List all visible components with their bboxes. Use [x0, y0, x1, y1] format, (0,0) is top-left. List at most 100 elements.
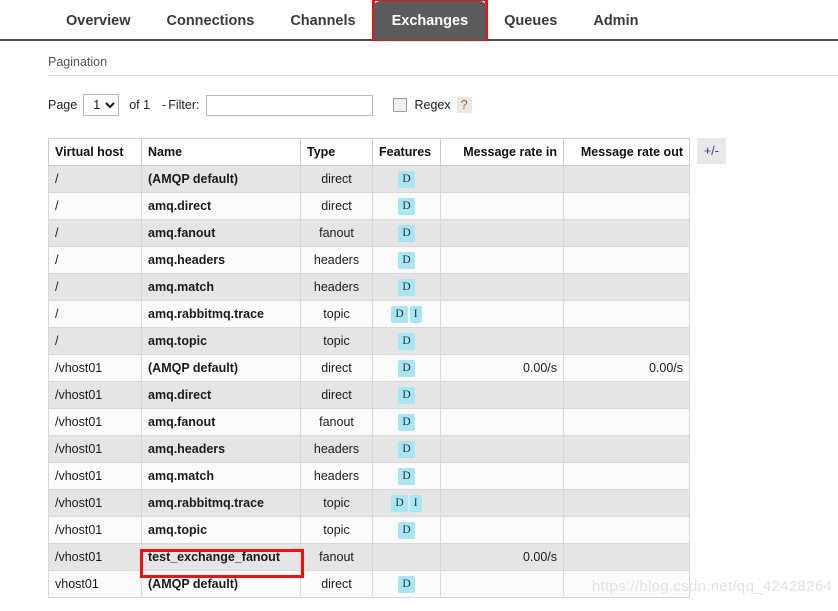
cell-exchange-name[interactable]: amq.headers: [141, 435, 301, 463]
nav-tab-exchanges[interactable]: Exchanges: [373, 1, 487, 40]
feature-badge-i: I: [409, 494, 422, 512]
table-row[interactable]: / (AMQP default) direct D: [48, 165, 690, 193]
cell-message-rate-in: [440, 327, 564, 355]
feature-badge-d: D: [398, 332, 415, 350]
page-label: Page: [48, 98, 78, 112]
cell-exchange-name[interactable]: amq.rabbitmq.trace: [141, 300, 301, 328]
cell-virtual-host: vhost01: [48, 570, 142, 598]
cell-exchange-name[interactable]: amq.direct: [141, 192, 301, 220]
nav-tab-channels[interactable]: Channels: [272, 1, 373, 40]
page-select[interactable]: 1: [83, 94, 120, 116]
cell-virtual-host: /vhost01: [48, 462, 142, 490]
table-row[interactable]: /vhost01 (AMQP default) direct D 0.00/s 0.00/…: [48, 354, 690, 382]
nav-tab-connections[interactable]: Connections: [149, 1, 273, 40]
cell-virtual-host: /: [48, 300, 142, 328]
table-row[interactable]: /vhost01 amq.match headers D: [48, 462, 690, 490]
column-header-type[interactable]: Type: [300, 138, 373, 166]
cell-exchange-name[interactable]: amq.match: [141, 273, 301, 301]
table-row[interactable]: /vhost01 amq.direct direct D: [48, 381, 690, 409]
cell-message-rate-in: [440, 516, 564, 544]
cell-features: D: [372, 408, 441, 436]
cell-features: D: [372, 327, 441, 355]
nav-tab-wrap-overview: Overview: [48, 0, 149, 39]
cell-message-rate-in: [440, 381, 564, 409]
nav-tab-wrap-exchanges: Exchanges: [371, 0, 489, 41]
column-header-virtual-host[interactable]: Virtual host: [48, 138, 142, 166]
cell-message-rate-out: [563, 543, 690, 571]
table-header-row: Virtual host Name Type Features Message rate…: [48, 138, 690, 166]
cell-features: DI: [372, 489, 441, 517]
watermark: https://blog.csdn.net/qq_42428264: [591, 578, 832, 595]
cell-exchange-type: headers: [300, 435, 373, 463]
nav-tab-queues[interactable]: Queues: [486, 1, 575, 40]
table-row[interactable]: / amq.match headers D: [48, 273, 690, 301]
cell-exchange-type: fanout: [300, 408, 373, 436]
table-row[interactable]: / amq.headers headers D: [48, 246, 690, 274]
feature-badge-d: D: [391, 305, 408, 323]
feature-badge-d: D: [398, 224, 415, 242]
cell-message-rate-in: [440, 462, 564, 490]
table-row[interactable]: /vhost01 amq.rabbitmq.trace topic D I: [48, 489, 690, 517]
table-row[interactable]: /vhost01 amq.headers headers D: [48, 435, 690, 463]
cell-exchange-type: direct: [300, 165, 373, 193]
cell-exchange-type: direct: [300, 354, 373, 382]
cell-message-rate-in: [440, 408, 564, 436]
cell-features: D: [372, 219, 441, 247]
table-row[interactable]: /vhost01 test_exchange_fanout fanout 0.00/s: [48, 543, 690, 571]
column-header-message-rate-out[interactable]: Message rate out: [563, 138, 690, 166]
cell-exchange-name[interactable]: amq.match: [141, 462, 301, 490]
separator-dash: -: [162, 98, 167, 112]
feature-badge-d: D: [398, 575, 415, 593]
cell-message-rate-out: [563, 516, 690, 544]
filter-input[interactable]: [206, 94, 374, 116]
cell-message-rate-out: [563, 408, 690, 436]
cell-exchange-name[interactable]: amq.fanout: [141, 408, 301, 436]
cell-virtual-host: /vhost01: [48, 516, 142, 544]
nav-tab-wrap-connections: Connections: [149, 0, 273, 39]
table-row[interactable]: /vhost01 amq.topic topic D: [48, 516, 690, 544]
cell-exchange-name[interactable]: amq.headers: [141, 246, 301, 274]
cell-exchange-name[interactable]: amq.fanout: [141, 219, 301, 247]
cell-features: D: [372, 192, 441, 220]
table-row[interactable]: / amq.direct direct D: [48, 192, 690, 220]
cell-exchange-name[interactable]: amq.rabbitmq.trace: [141, 489, 301, 517]
cell-message-rate-out: [563, 246, 690, 274]
cell-message-rate-out: [563, 462, 690, 490]
rabbitmq-management-page: Overview Connections Channels Exchanges Queu…: [0, 0, 838, 611]
cell-features: D: [372, 354, 441, 382]
cell-exchange-name[interactable]: amq.direct: [141, 381, 301, 409]
cell-exchange-name[interactable]: test_exchange_fanout: [141, 543, 301, 571]
cell-exchange-name[interactable]: amq.topic: [141, 327, 301, 355]
table-row[interactable]: / amq.rabbitmq.trace topic D I: [48, 300, 690, 328]
cell-message-rate-out: [563, 327, 690, 355]
column-header-message-rate-in[interactable]: Message rate in: [440, 138, 564, 166]
regex-help-icon[interactable]: ?: [456, 97, 472, 113]
column-header-name[interactable]: Name: [141, 138, 301, 166]
regex-checkbox[interactable]: [393, 98, 408, 112]
cell-exchange-type: topic: [300, 516, 373, 544]
cell-exchange-name[interactable]: (AMQP default): [141, 165, 301, 193]
feature-badge-d: D: [398, 413, 415, 431]
pagination-section: Pagination: [0, 41, 838, 76]
cell-virtual-host: /: [48, 192, 142, 220]
column-header-features[interactable]: Features: [372, 138, 441, 166]
cell-exchange-type: fanout: [300, 219, 373, 247]
cell-exchange-name[interactable]: amq.topic: [141, 516, 301, 544]
cell-features: D: [372, 462, 441, 490]
section-title: Pagination: [48, 41, 838, 76]
cell-features: D: [372, 435, 441, 463]
cell-exchange-name[interactable]: (AMQP default): [141, 570, 301, 598]
cell-message-rate-in: [440, 219, 564, 247]
table-row[interactable]: / amq.topic topic D: [48, 327, 690, 355]
nav-tab-overview[interactable]: Overview: [48, 1, 149, 40]
cell-message-rate-out: [563, 489, 690, 517]
cell-virtual-host: /: [48, 246, 142, 274]
cell-exchange-type: fanout: [300, 543, 373, 571]
cell-exchange-name[interactable]: (AMQP default): [141, 354, 301, 382]
page-total-label: of 1: [129, 98, 151, 112]
nav-tab-admin[interactable]: Admin: [575, 1, 656, 40]
table-row[interactable]: /vhost01 amq.fanout fanout D: [48, 408, 690, 436]
feature-badge-d: D: [398, 170, 415, 188]
table-row[interactable]: / amq.fanout fanout D: [48, 219, 690, 247]
toggle-columns-button[interactable]: +/-: [697, 138, 726, 164]
